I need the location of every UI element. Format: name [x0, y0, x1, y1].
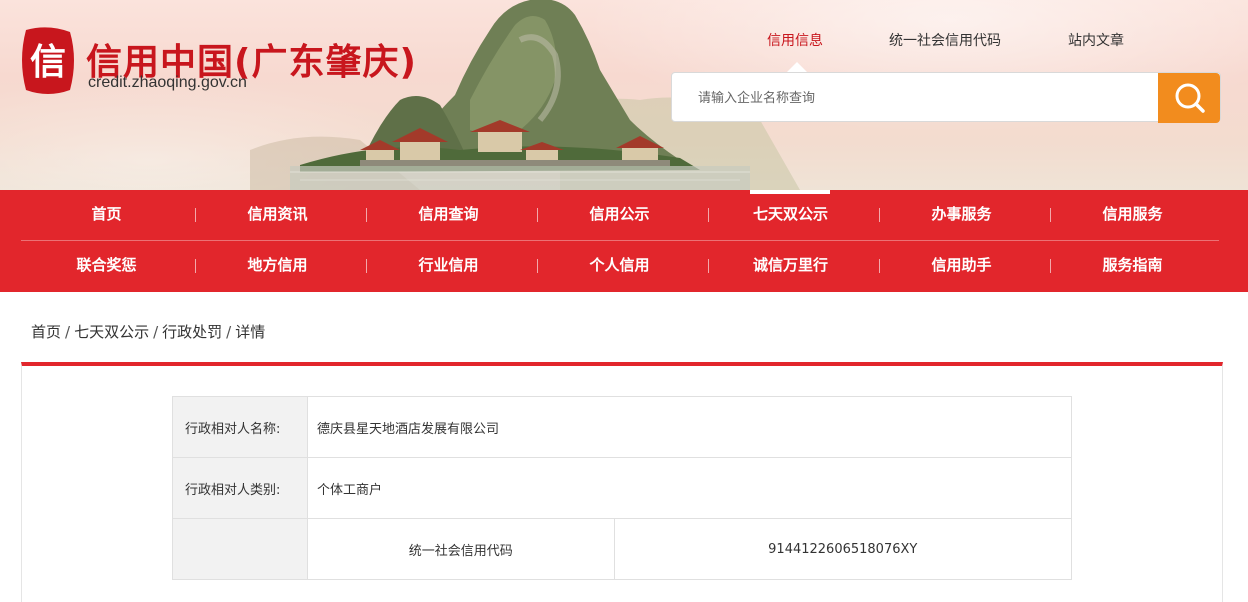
- table-row: 行政相对人类别: 个体工商户: [172, 457, 1072, 519]
- nav-row-2: 联合奖惩 地方信用 行业信用 个人信用 诚信万里行 信用助手 服务指南: [21, 241, 1219, 292]
- nav-item-service-guide[interactable]: 服务指南: [1047, 241, 1218, 292]
- nav-item-credit-publicity[interactable]: 信用公示: [534, 190, 705, 241]
- label-empty: [172, 518, 308, 580]
- nav-row-1: 首页 信用资讯 信用查询 信用公示 七天双公示 办事服务 信用服务: [21, 190, 1219, 241]
- main-nav: 首页 信用资讯 信用查询 信用公示 七天双公示 办事服务 信用服务 联合奖惩 地…: [0, 190, 1248, 292]
- header-banner: 信 信用中国(广东肇庆) credit.zhaoqing.gov.cn 信用信息…: [0, 0, 1248, 190]
- nav-item-joint-rewards[interactable]: 联合奖惩: [21, 241, 192, 292]
- breadcrumb-separator: /: [226, 323, 232, 341]
- breadcrumb-detail: 详情: [235, 323, 266, 341]
- nav-item-seven-day[interactable]: 七天双公示: [705, 190, 876, 241]
- top-link-articles[interactable]: 站内文章: [1068, 30, 1124, 50]
- top-links: 信用信息 统一社会信用代码 站内文章: [0, 30, 1248, 50]
- value-party-type: 个体工商户: [307, 457, 1072, 519]
- nav-item-services[interactable]: 办事服务: [876, 190, 1047, 241]
- nav-item-credit-query[interactable]: 信用查询: [363, 190, 534, 241]
- nav-item-credit-news[interactable]: 信用资讯: [192, 190, 363, 241]
- label-party-type: 行政相对人类别:: [172, 457, 308, 519]
- table-row: 统一社会信用代码 9144122606518076XY: [308, 519, 1071, 579]
- table-row: 统一社会信用代码 9144122606518076XY: [172, 518, 1072, 580]
- search-icon: [1175, 83, 1205, 113]
- site-url: credit.zhaoqing.gov.cn: [88, 74, 247, 91]
- breadcrumb: 首页 / 七天双公示 / 行政处罚 / 详情: [31, 321, 265, 342]
- value-credit-code: 9144122606518076XY: [768, 541, 918, 557]
- breadcrumb-separator: /: [65, 323, 71, 341]
- nav-item-integrity-tour[interactable]: 诚信万里行: [705, 241, 876, 292]
- search-button[interactable]: [1158, 73, 1220, 123]
- nav-item-credit-assistant[interactable]: 信用助手: [876, 241, 1047, 292]
- sub-table-cell: 统一社会信用代码 9144122606518076XY: [307, 518, 1072, 580]
- breadcrumb-penalty[interactable]: 行政处罚: [162, 323, 222, 341]
- breadcrumb-home[interactable]: 首页: [31, 323, 61, 341]
- search-input[interactable]: [698, 87, 1128, 109]
- nav-item-credit-services[interactable]: 信用服务: [1047, 190, 1218, 241]
- nav-item-home[interactable]: 首页: [21, 190, 192, 241]
- sub-table: 统一社会信用代码 9144122606518076XY: [308, 519, 1071, 579]
- label-credit-code: 统一社会信用代码: [308, 519, 615, 579]
- nav-item-industry-credit[interactable]: 行业信用: [363, 241, 534, 292]
- nav-item-local-credit[interactable]: 地方信用: [192, 241, 363, 292]
- search-box: [671, 72, 1221, 123]
- top-link-credit-info[interactable]: 信用信息: [767, 30, 823, 50]
- table-row: 行政相对人名称: 德庆县星天地酒店发展有限公司: [172, 396, 1072, 458]
- detail-table: 行政相对人名称: 德庆县星天地酒店发展有限公司 行政相对人类别: 个体工商户 统…: [172, 396, 1072, 580]
- label-party-name: 行政相对人名称:: [172, 396, 308, 458]
- breadcrumb-separator: /: [153, 323, 159, 341]
- nav-active-indicator: [750, 190, 830, 194]
- breadcrumb-seven-day[interactable]: 七天双公示: [74, 323, 149, 341]
- value-party-name: 德庆县星天地酒店发展有限公司: [307, 396, 1072, 458]
- top-link-credit-code[interactable]: 统一社会信用代码: [889, 30, 1001, 50]
- nav-item-personal-credit[interactable]: 个人信用: [534, 241, 705, 292]
